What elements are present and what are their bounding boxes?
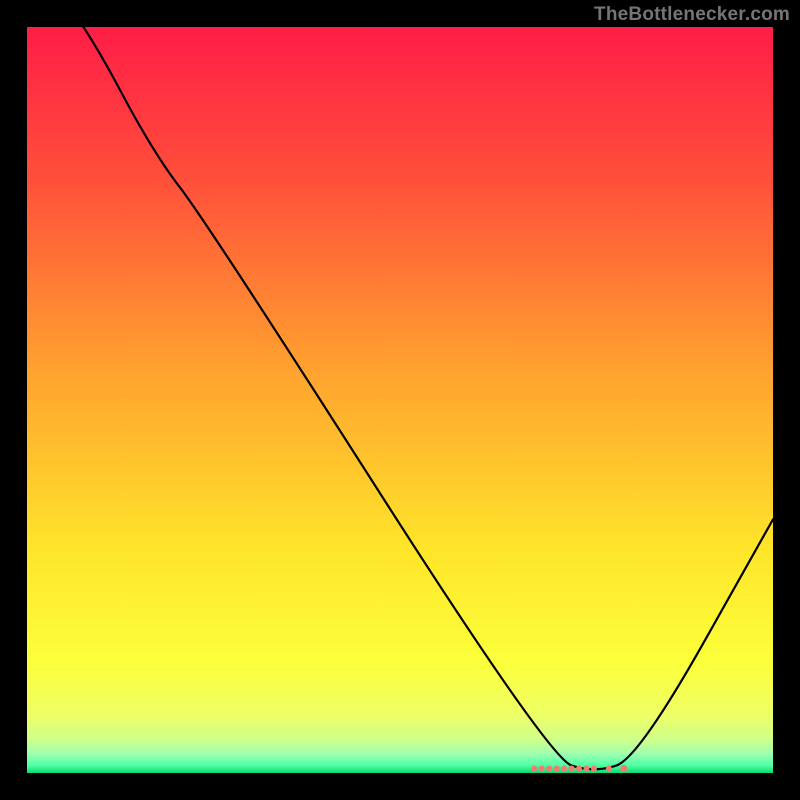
gradient-background	[27, 27, 773, 773]
data-marker	[546, 766, 552, 772]
data-marker	[606, 766, 612, 772]
chart-plot	[27, 27, 773, 773]
data-marker	[554, 766, 560, 772]
data-marker	[539, 766, 545, 772]
data-marker	[531, 766, 537, 772]
data-marker	[620, 765, 627, 772]
watermark-text: TheBottlenecker.com	[594, 4, 790, 26]
data-marker	[584, 766, 590, 772]
chart-container: TheBottlenecker.com	[0, 0, 800, 800]
data-marker	[561, 766, 567, 772]
data-marker	[569, 766, 575, 772]
data-marker	[591, 766, 597, 772]
data-marker	[576, 766, 582, 772]
